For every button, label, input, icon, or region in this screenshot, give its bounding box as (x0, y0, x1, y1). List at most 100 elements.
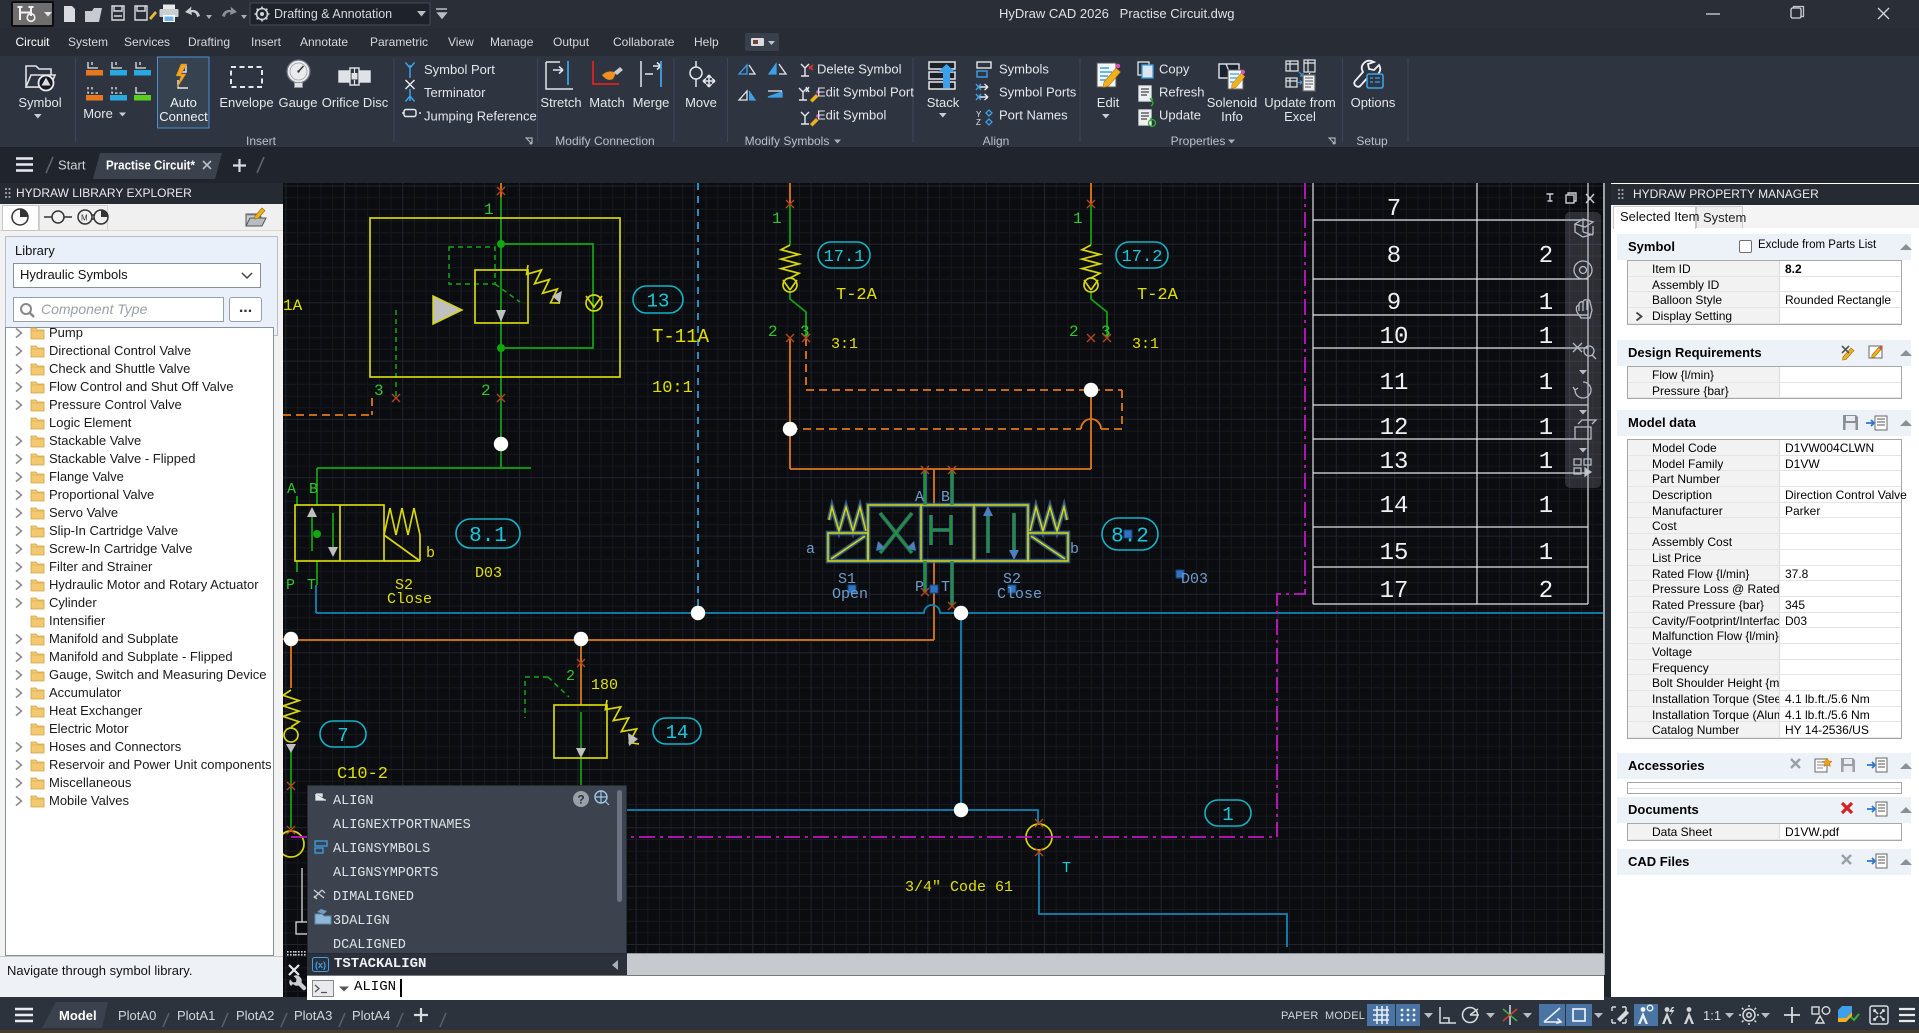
svg-text:Practise Circuit*: Practise Circuit* (106, 158, 196, 173)
svg-text:1: 1 (1539, 290, 1553, 317)
svg-text:Envelope: Envelope (219, 95, 273, 110)
svg-text:Orifice Disc: Orifice Disc (322, 95, 389, 110)
svg-text:2: 2 (768, 323, 778, 341)
svg-text:Jumping Reference: Jumping Reference (424, 109, 537, 124)
svg-text:8: 8 (1387, 243, 1401, 270)
svg-text:Symbol Ports: Symbol Ports (999, 85, 1077, 100)
svg-text:Symbols: Symbols (999, 62, 1049, 77)
svg-text:Gauge: Gauge (278, 95, 317, 110)
svg-text:Excel: Excel (1284, 109, 1316, 124)
svg-text:DCALIGNED: DCALIGNED (333, 938, 406, 953)
svg-text:11: 11 (1380, 370, 1409, 397)
svg-text:T: T (941, 579, 950, 596)
svg-text:Close: Close (997, 586, 1042, 603)
svg-text:Connect: Connect (159, 109, 208, 124)
svg-text:1:1: 1:1 (1703, 1008, 1721, 1023)
svg-text:M: M (81, 214, 88, 223)
svg-text:DIMALIGNED: DIMALIGNED (333, 890, 414, 905)
svg-text:T-11A: T-11A (652, 326, 710, 348)
svg-text:2: 2 (566, 668, 575, 685)
svg-text:1: 1 (1539, 493, 1553, 520)
svg-text:7: 7 (1387, 196, 1401, 223)
svg-text:1: 1 (1539, 370, 1553, 397)
svg-text:8.2: 8.2 (1111, 526, 1149, 549)
svg-text:Symbol Port: Symbol Port (424, 62, 495, 77)
svg-text:Insert: Insert (246, 134, 277, 148)
svg-text:1: 1 (1073, 210, 1083, 228)
svg-text:2: 2 (481, 382, 491, 400)
svg-text:Terminator: Terminator (424, 85, 486, 100)
svg-text:Drafting & Annotation: Drafting & Annotation (274, 7, 392, 21)
svg-text:T: T (1062, 860, 1071, 877)
svg-text:3: 3 (374, 382, 384, 400)
svg-text:1: 1 (1539, 540, 1553, 567)
svg-text:1A: 1A (283, 297, 303, 315)
svg-text:ALIGN: ALIGN (333, 794, 374, 809)
svg-text:1: 1 (772, 210, 782, 228)
svg-text:13: 13 (1380, 449, 1409, 476)
svg-text:17.1: 17.1 (824, 248, 865, 267)
svg-text:ALIGNSYMBOLS: ALIGNSYMBOLS (333, 842, 430, 857)
svg-text:2: 2 (1069, 323, 1079, 341)
svg-text:More: More (83, 106, 113, 121)
svg-text:12: 12 (1380, 415, 1409, 442)
svg-text:Setup: Setup (1356, 134, 1388, 148)
svg-text:ALIGNEXTPORTNAMES: ALIGNEXTPORTNAMES (333, 818, 471, 833)
svg-text:1: 1 (1539, 449, 1553, 476)
svg-text:Edit Symbol Port: Edit Symbol Port (817, 85, 914, 100)
svg-text:Edit Symbol: Edit Symbol (817, 108, 886, 123)
svg-text:Refresh: Refresh (1159, 85, 1205, 100)
svg-text:17.2: 17.2 (1122, 248, 1163, 267)
svg-text:D03: D03 (1181, 571, 1208, 588)
svg-text:Align: Align (983, 134, 1010, 148)
svg-text:Port Names: Port Names (999, 108, 1068, 123)
svg-text:ALIGNSYMPORTS: ALIGNSYMPORTS (333, 866, 438, 881)
svg-text:Close: Close (387, 591, 432, 608)
svg-text:Delete Symbol: Delete Symbol (817, 62, 902, 77)
svg-text:D03: D03 (475, 565, 502, 582)
svg-text:8.1: 8.1 (469, 525, 507, 548)
svg-text:2: 2 (1539, 578, 1553, 605)
svg-text:10:1: 10:1 (652, 379, 693, 398)
svg-text:3:1: 3:1 (831, 336, 858, 353)
svg-text:b: b (426, 545, 435, 562)
svg-text:Update from: Update from (1264, 95, 1336, 110)
svg-text:3:1: 3:1 (1132, 336, 1159, 353)
svg-text:1: 1 (1539, 324, 1553, 351)
svg-text:9: 9 (1387, 290, 1401, 317)
svg-text:10: 10 (1380, 324, 1409, 351)
svg-text:Modify Connection: Modify Connection (555, 134, 654, 148)
svg-text:Solenoid: Solenoid (1207, 95, 1258, 110)
svg-text:Move: Move (685, 95, 717, 110)
svg-text:3DALIGN: 3DALIGN (333, 914, 390, 929)
svg-text:T-2A: T-2A (1137, 286, 1179, 305)
svg-text:A: A (915, 489, 924, 506)
svg-text:Edit: Edit (1097, 95, 1120, 110)
svg-text:Merge: Merge (633, 95, 670, 110)
svg-text:Start: Start (58, 158, 86, 173)
svg-text:Properties: Properties (1171, 134, 1226, 148)
svg-text:a: a (806, 541, 815, 558)
svg-text:Z: Z (976, 118, 981, 127)
svg-text:T: T (307, 577, 316, 594)
svg-text:1: 1 (484, 201, 494, 219)
svg-text:Stack: Stack (927, 95, 960, 110)
svg-text:?: ? (577, 793, 584, 807)
svg-text:Options: Options (1351, 95, 1396, 110)
svg-text:Stretch: Stretch (540, 95, 581, 110)
svg-text:Info: Info (1221, 109, 1243, 124)
svg-text:Update: Update (1159, 108, 1201, 123)
svg-text:Match: Match (589, 95, 624, 110)
svg-text:13: 13 (647, 290, 670, 312)
svg-text:17: 17 (1380, 578, 1409, 605)
svg-text:Open: Open (832, 586, 868, 603)
svg-text:B: B (941, 489, 950, 506)
svg-text:P: P (286, 577, 295, 594)
svg-text:1: 1 (1222, 804, 1233, 826)
svg-text:15: 15 (1380, 540, 1409, 567)
svg-text:14: 14 (1380, 493, 1409, 520)
svg-text:C10-2: C10-2 (337, 765, 388, 784)
svg-text:Copy: Copy (1159, 62, 1190, 77)
svg-text:(x): (x) (315, 960, 326, 970)
svg-text:7: 7 (337, 725, 348, 747)
